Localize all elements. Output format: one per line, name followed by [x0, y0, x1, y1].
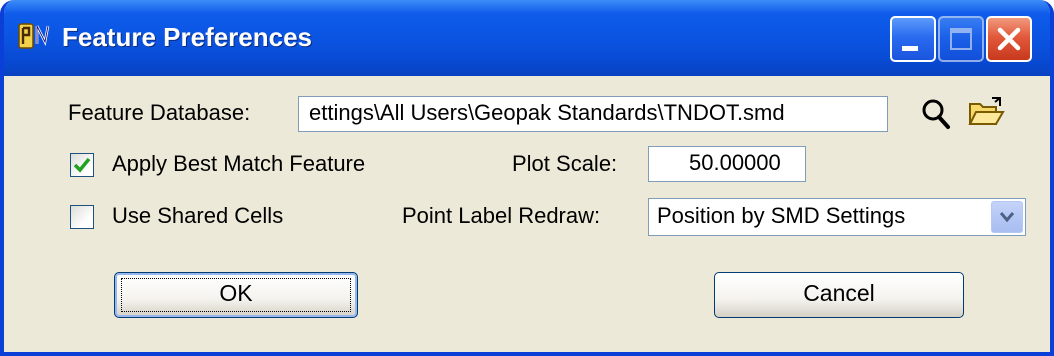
point-label-redraw-label: Point Label Redraw: — [402, 203, 601, 228]
plot-scale-input[interactable]: 50.00000 — [648, 146, 806, 182]
apply-best-match-label: Apply Best Match Feature — [112, 151, 366, 176]
search-button[interactable] — [916, 94, 956, 134]
title-bar[interactable]: Feature Preferences — [4, 0, 1050, 76]
ok-button[interactable]: OK — [114, 272, 358, 318]
point-label-redraw-select[interactable]: Position by SMD Settings — [648, 198, 1026, 236]
use-shared-cells-label: Use Shared Cells — [112, 203, 284, 228]
app-icon[interactable] — [18, 22, 52, 52]
cancel-button-label: Cancel — [803, 280, 875, 306]
use-shared-cells-checkbox[interactable] — [70, 205, 94, 229]
browse-button[interactable] — [966, 92, 1006, 132]
chevron-down-icon — [1000, 212, 1014, 222]
checkmark-icon — [73, 157, 91, 173]
maximize-icon — [950, 28, 972, 50]
feature-database-input[interactable]: ettings\All Users\Geopak Standards\TNDOT… — [298, 96, 888, 132]
folder-open-icon — [968, 97, 1005, 125]
close-icon — [997, 27, 1021, 51]
window-title: Feature Preferences — [62, 22, 313, 52]
feature-database-label: Feature Database: — [68, 100, 251, 125]
point-label-redraw-value: Position by SMD Settings — [657, 203, 906, 228]
cancel-button[interactable]: Cancel — [714, 272, 964, 318]
apply-best-match-checkbox[interactable] — [70, 153, 94, 177]
plot-scale-label: Plot Scale: — [512, 151, 618, 176]
feature-preferences-dialog: Feature Preferences Feature Database: et… — [0, 0, 1054, 356]
minimize-button[interactable] — [890, 16, 936, 62]
dropdown-button[interactable] — [991, 201, 1023, 233]
search-icon — [922, 99, 950, 129]
close-button[interactable] — [986, 16, 1032, 62]
maximize-button[interactable] — [938, 16, 984, 62]
minimize-icon — [902, 46, 918, 51]
ok-button-label: OK — [219, 280, 253, 306]
